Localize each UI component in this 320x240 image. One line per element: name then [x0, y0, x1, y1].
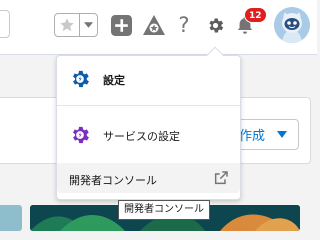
search-input[interactable]	[0, 10, 10, 38]
service-gear-icon	[72, 126, 89, 144]
astro-avatar-icon	[274, 7, 310, 43]
create-button-label: 作成	[238, 129, 265, 144]
trailhead-icon	[143, 15, 165, 35]
avatar[interactable]	[274, 7, 310, 43]
help-button[interactable]: ?	[172, 13, 196, 37]
menu-divider	[57, 105, 240, 106]
favorites-group	[54, 13, 98, 37]
menu-item-setup-label: 設定	[103, 74, 125, 87]
tooltip: 開発者コンソール	[118, 200, 210, 220]
notification-count-badge: 12	[244, 7, 267, 23]
add-icon	[110, 14, 132, 36]
menu-item-service-setup[interactable]: サービスの設定	[57, 122, 240, 148]
menu-item-developer-console[interactable]: 開発者コンソール	[57, 163, 240, 193]
menu-item-service-setup-label: サービスの設定	[103, 130, 180, 143]
favorites-star-button[interactable]	[55, 14, 80, 36]
global-actions-button[interactable]	[109, 13, 133, 37]
trailhead-button[interactable]	[142, 13, 166, 37]
favorites-dropdown-button[interactable]	[80, 14, 97, 36]
gear-icon	[208, 18, 223, 32]
external-link-icon	[214, 171, 228, 185]
caret-down-icon	[277, 131, 287, 138]
help-icon: ?	[178, 13, 190, 37]
setup-gear-button[interactable]	[203, 13, 227, 37]
gear-icon	[72, 70, 89, 88]
menu-item-developer-console-label: 開発者コンソール	[69, 174, 157, 187]
menu-item-setup[interactable]: 設定	[57, 66, 240, 92]
global-header: ? 12	[0, 0, 317, 55]
chevron-down-icon	[84, 22, 93, 28]
star-icon	[60, 18, 74, 32]
setup-menu: 設定 サービスの設定 開発者コンソール	[56, 55, 241, 200]
image-tile-left	[0, 205, 22, 231]
